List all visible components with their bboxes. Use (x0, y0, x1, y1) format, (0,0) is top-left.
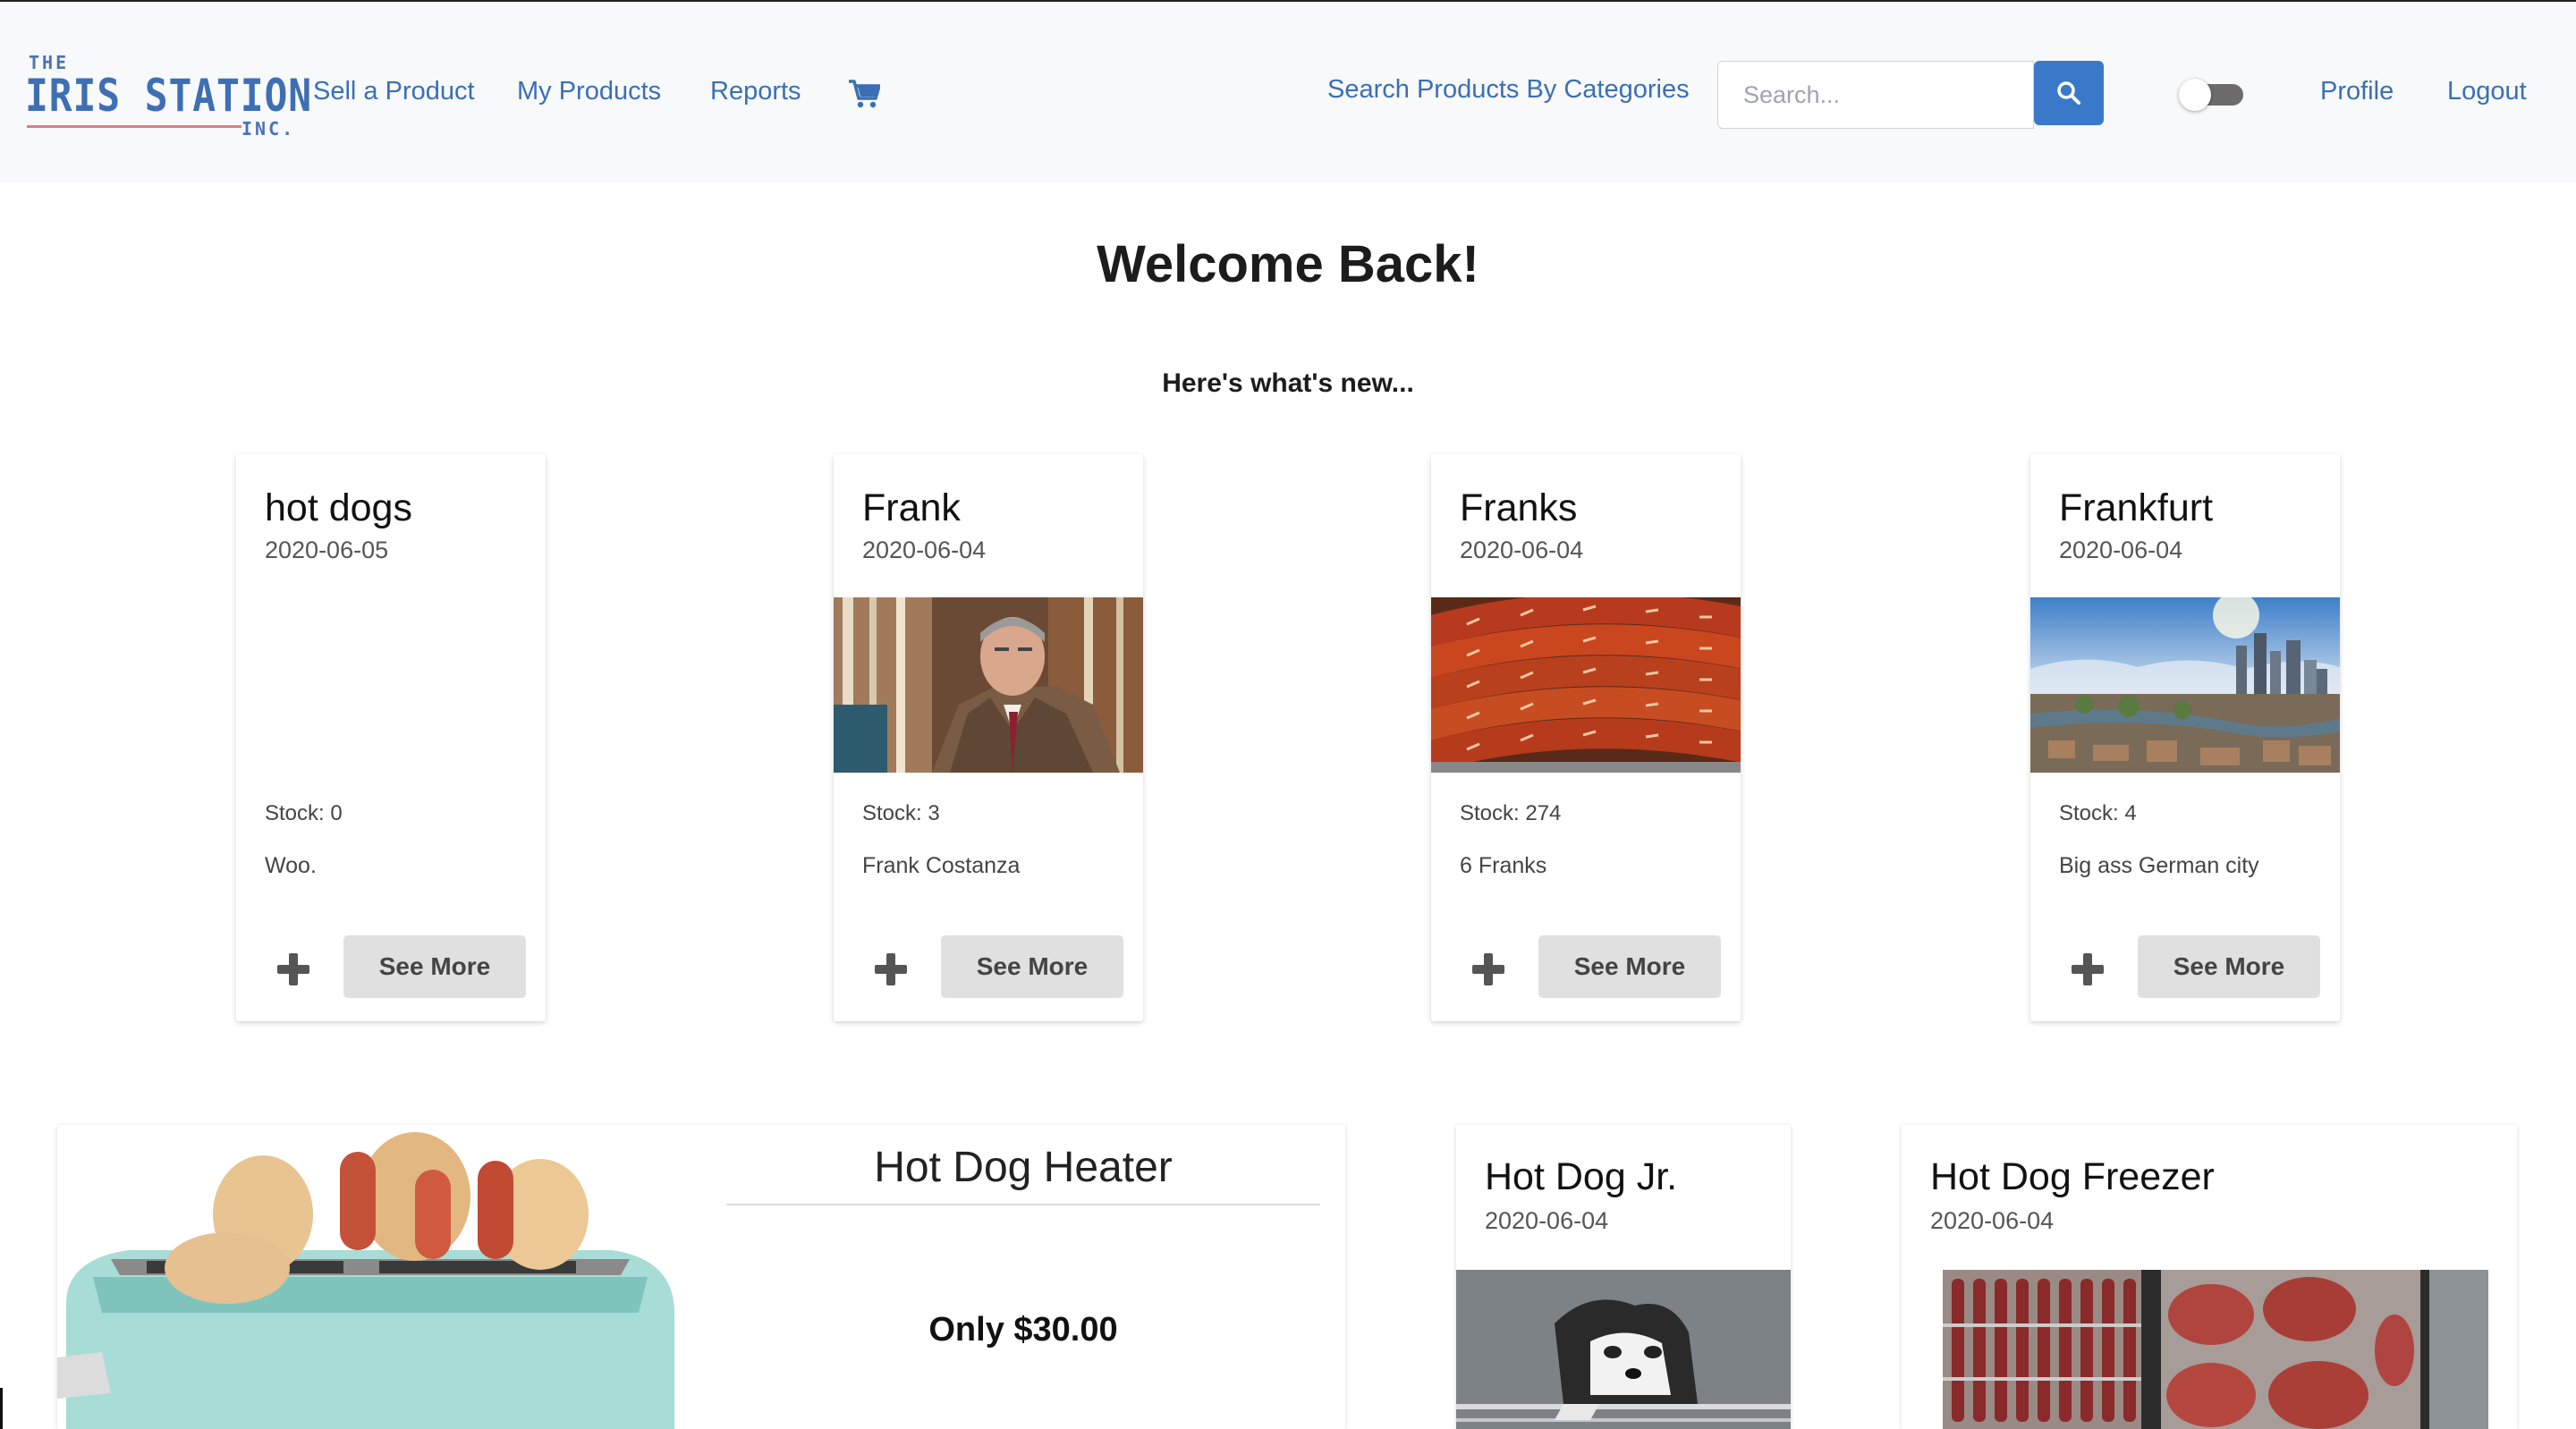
product-description: 6 Franks (1460, 853, 1547, 878)
product-image[interactable] (834, 597, 1143, 773)
featured-product-price: Only $30.00 (928, 1311, 1118, 1349)
product-stock: Stock: 0 (265, 801, 343, 825)
whats-new-heading: Here's what's new... (1162, 368, 1414, 398)
featured-product-title: Hot Dog Heater (874, 1144, 1173, 1191)
product-image[interactable] (1456, 1270, 1791, 1429)
product-title: Hot Dog Jr. (1485, 1155, 1678, 1198)
product-description: Woo. (265, 853, 317, 878)
search-button[interactable] (2034, 61, 2104, 125)
product-date: 2020-06-04 (1930, 1207, 2055, 1234)
product-stock: Stock: 4 (2059, 801, 2137, 825)
product-stock: Stock: 274 (1460, 801, 1562, 825)
product-card: Franks 2020-06-04 Stock: 274 6 Franks Se… (1431, 454, 1741, 1021)
product-stock: Stock: 3 (862, 801, 940, 825)
search-icon (2057, 81, 2080, 105)
nav-sell-product[interactable]: Sell a Product (313, 77, 475, 106)
window-edge-mark (0, 1388, 3, 1429)
product-image[interactable] (2030, 597, 2340, 773)
see-more-button[interactable]: See More (1538, 935, 1721, 998)
nav-logout[interactable]: Logout (2447, 77, 2527, 106)
search-input[interactable] (1717, 61, 2034, 129)
product-card: hot dogs 2020-06-05 Stock: 0 Woo. See Mo… (236, 454, 546, 1021)
logo-underline (27, 125, 242, 128)
product-image[interactable] (1943, 1270, 2488, 1429)
featured-product-card[interactable]: Hot Dog Heater Only $30.00 (57, 1125, 1345, 1429)
product-date: 2020-06-04 (2059, 537, 2183, 563)
product-title: hot dogs (265, 486, 412, 529)
logo-name: IRIS STATION (25, 70, 312, 122)
nav-my-products[interactable]: My Products (517, 77, 661, 106)
featured-product-image[interactable] (57, 1125, 683, 1429)
add-to-cart-plus-icon[interactable] (275, 951, 311, 987)
product-date: 2020-06-05 (265, 537, 389, 563)
product-date: 2020-06-04 (1460, 537, 1584, 563)
product-title: Franks (1460, 486, 1578, 529)
dark-mode-toggle[interactable] (2179, 79, 2245, 111)
featured-divider (726, 1204, 1320, 1205)
navbar: THE IRIS STATION INC. Sell a Product My … (0, 0, 2576, 182)
brand-logo[interactable]: THE IRIS STATION INC. (25, 52, 311, 140)
nav-reports[interactable]: Reports (710, 77, 801, 106)
product-title: Frankfurt (2059, 486, 2214, 529)
product-card: Frankfurt 2020-06-04 Stock: 4 Big ass Ge… (2030, 454, 2340, 1021)
add-to-cart-plus-icon[interactable] (1470, 951, 1506, 987)
nav-profile[interactable]: Profile (2320, 77, 2394, 106)
product-title: Hot Dog Freezer (1930, 1155, 2215, 1198)
product-image[interactable] (1431, 597, 1741, 773)
product-date: 2020-06-04 (1485, 1207, 1609, 1234)
add-to-cart-plus-icon[interactable] (873, 951, 909, 987)
product-title: Frank (862, 486, 961, 529)
welcome-heading: Welcome Back! (1097, 235, 1479, 293)
logo-inc: INC. (242, 118, 296, 140)
see-more-button[interactable]: See More (941, 935, 1123, 998)
add-to-cart-plus-icon[interactable] (2070, 951, 2106, 987)
see-more-button[interactable]: See More (2138, 935, 2320, 998)
product-description: Frank Costanza (862, 853, 1021, 878)
product-card: Hot Dog Jr. 2020-06-04 (1456, 1125, 1791, 1429)
shopping-cart-icon[interactable] (848, 79, 880, 109)
product-card: Hot Dog Freezer 2020-06-04 (1902, 1125, 2517, 1429)
product-date: 2020-06-04 (862, 537, 987, 563)
product-card: Frank 2020-06-04 Stock: 3 Frank Costanza… (834, 454, 1143, 1021)
product-description: Big ass German city (2059, 853, 2259, 878)
see-more-button[interactable]: See More (343, 935, 526, 998)
search-by-categories-link[interactable]: Search Products By Categories (1327, 75, 1690, 105)
toggle-knob (2179, 79, 2211, 111)
